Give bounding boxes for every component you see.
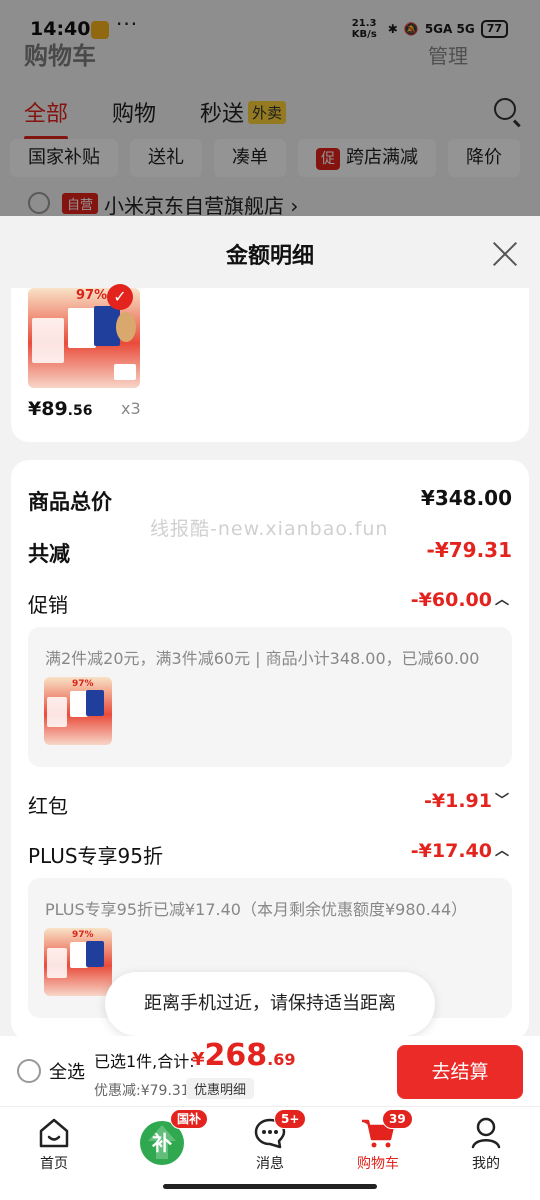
message-badge: 5+ [274, 1109, 307, 1129]
plus-product-thumb[interactable]: 97% [44, 928, 112, 996]
home-indicator[interactable] [163, 1184, 377, 1189]
total-currency: ¥ [192, 1049, 205, 1070]
nav-profile[interactable]: 我的 [432, 1107, 540, 1187]
chevron-up-icon: ︿ [495, 592, 509, 608]
subsidy-badge: 国补 [170, 1109, 209, 1129]
home-icon [39, 1118, 69, 1148]
plus-label: PLUS专享95折 [28, 844, 163, 868]
product-qty: x3 [121, 399, 141, 418]
product-image-pct: 97% [76, 288, 108, 303]
total-amount: ¥268.69 [192, 1038, 296, 1073]
total-label: 商品总价 [28, 490, 112, 514]
promo-product-thumb[interactable]: 97% [44, 677, 112, 745]
redpacket-label: 红包 [28, 794, 68, 818]
thumb-pct: 97% [72, 930, 94, 940]
proximity-toast: 距离手机过近，请保持适当距离 [105, 972, 435, 1036]
discount-total-label: 共减 [28, 542, 70, 566]
amount-card: 商品总价 ¥348.00 共减 -¥79.31 促销 -¥60.00 ︿ 满2件减… [11, 460, 529, 1040]
thumb-pct: 97% [72, 679, 94, 689]
select-all-radio[interactable] [17, 1059, 41, 1083]
promo-value: -¥60.00 [410, 589, 492, 611]
discount-total-value: -¥79.31 [426, 538, 512, 562]
nav-subsidy[interactable]: 补 国补 [108, 1107, 216, 1187]
svg-text:补: 补 [151, 1131, 172, 1155]
plus-value: -¥17.40 [410, 840, 492, 862]
nav-profile-label: 我的 [472, 1156, 500, 1172]
chevron-up-icon: ︿ [495, 843, 509, 859]
nav-messages-label: 消息 [256, 1156, 284, 1172]
redpacket-value: -¥1.91 [424, 790, 492, 812]
promo-detail: 满2件减20元，满3件减60元 | 商品小计348.00，已减60.00 97% [28, 627, 512, 767]
total-value: ¥348.00 [420, 486, 512, 510]
discount-detail-button[interactable]: 优惠明细 [186, 1078, 255, 1099]
saved-amount: 优惠减:¥79.31 [94, 1083, 190, 1099]
watermark: 线报酷-new.xianbao.fun [150, 518, 389, 540]
nav-home-label: 首页 [40, 1156, 68, 1172]
price-int: ¥89 [28, 398, 68, 420]
redpacket-row[interactable]: -¥1.91 ﹀ [424, 790, 509, 812]
plus-detail-text: PLUS专享95折已减¥17.40（本月剩余优惠额度¥980.44） [45, 900, 468, 919]
amount-detail-sheet: 金额明细 97% ✓ ¥89.56 x3 商品总价 ¥348.00 共减 -¥7… [0, 216, 540, 1200]
price-dec: .56 [67, 403, 93, 419]
total-dec: .69 [267, 1050, 296, 1069]
promo-label: 促销 [28, 593, 68, 617]
overlay-dim[interactable] [0, 0, 540, 216]
select-all-label[interactable]: 全选 [49, 1058, 85, 1084]
cart-badge: 39 [382, 1109, 413, 1129]
close-icon[interactable] [490, 238, 520, 268]
selected-summary: 已选1件,合计: [94, 1052, 195, 1071]
total-int: 268 [204, 1038, 268, 1073]
chevron-down-icon: ﹀ [495, 793, 509, 809]
checkout-button[interactable]: 去结算 [397, 1045, 523, 1099]
promo-detail-text: 满2件减20元，满3件减60元 | 商品小计348.00，已减60.00 [45, 649, 480, 668]
nav-home[interactable]: 首页 [0, 1107, 108, 1187]
promo-row[interactable]: -¥60.00 ︿ [411, 589, 509, 611]
selected-check-icon: ✓ [107, 284, 133, 310]
nav-cart-label: 购物车 [357, 1156, 399, 1172]
nav-cart[interactable]: 39 购物车 [324, 1107, 432, 1187]
user-icon [471, 1117, 501, 1149]
product-card: 97% ✓ ¥89.56 x3 [11, 284, 529, 442]
sheet-title: 金额明细 [225, 244, 314, 269]
plus-row[interactable]: -¥17.40 ︿ [411, 840, 509, 862]
product-price: ¥89.56 [28, 398, 92, 420]
checkout-bar: 全选 已选1件,合计: ¥268.69 优惠减:¥79.31 优惠明细 去结算 [0, 1036, 540, 1106]
nav-messages[interactable]: 5+ 消息 [216, 1107, 324, 1187]
